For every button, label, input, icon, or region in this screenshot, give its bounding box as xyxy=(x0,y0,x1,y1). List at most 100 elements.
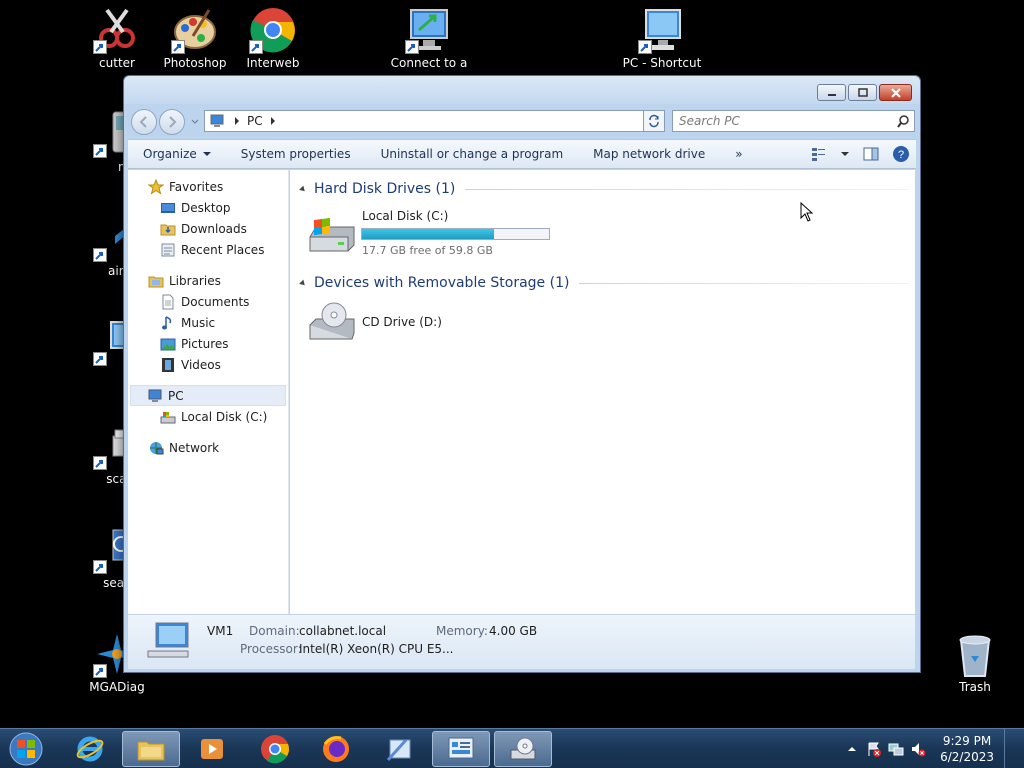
magnifier-icon xyxy=(897,115,909,128)
title-bar[interactable] xyxy=(124,76,920,104)
group-label: Devices with Removable Storage (1) xyxy=(314,275,570,291)
shortcut-arrow-icon xyxy=(405,40,419,54)
nav-downloads[interactable]: Downloads xyxy=(128,218,288,239)
taskbar-windows-explorer[interactable] xyxy=(122,731,180,767)
domain-label: Domain: xyxy=(249,624,300,638)
desktop-icon-cutter[interactable]: cutter xyxy=(77,6,157,70)
taskbar-chrome[interactable] xyxy=(246,731,304,767)
breadcrumb-separator-icon[interactable] xyxy=(235,117,239,125)
nav-documents[interactable]: Documents xyxy=(128,291,288,312)
desktop-icon-interweb[interactable]: Interweb xyxy=(233,6,313,70)
nav-favorites[interactable]: Favorites xyxy=(128,176,288,197)
recent-pages-chevron-icon[interactable] xyxy=(191,117,199,125)
taskbar-firefox[interactable] xyxy=(307,731,365,767)
taskbar-paint[interactable] xyxy=(370,731,428,767)
nav-local-disk[interactable]: Local Disk (C:) xyxy=(128,406,288,427)
breadcrumb-pc[interactable]: PC xyxy=(247,114,263,128)
show-hidden-icons-icon[interactable] xyxy=(844,741,860,757)
view-options-icon[interactable] xyxy=(810,145,828,163)
desktop-icon-label: Connect to a xyxy=(390,56,468,70)
processor-label: Processor: xyxy=(240,642,302,656)
nav-label: Music xyxy=(181,315,216,330)
organize-menu[interactable]: Organize xyxy=(128,147,226,161)
group-removable-storage[interactable]: Devices with Removable Storage (1) xyxy=(290,271,915,295)
shortcut-arrow-icon xyxy=(93,664,107,678)
search-input[interactable]: Search PC xyxy=(672,110,915,132)
mouse-cursor-icon xyxy=(800,202,814,222)
desktop-icon-label: Trash xyxy=(959,680,991,694)
close-button[interactable] xyxy=(879,84,912,101)
shortcut-arrow-icon xyxy=(638,40,652,54)
film-icon xyxy=(162,357,174,372)
network-status-icon[interactable] xyxy=(888,741,904,757)
help-icon[interactable]: ? xyxy=(892,145,910,163)
computer-icon xyxy=(148,389,162,402)
taskbar-cd-drive[interactable] xyxy=(494,731,552,767)
system-tray: 9:29 PM 6/2/2023 xyxy=(844,729,1016,768)
shortcut-arrow-icon xyxy=(93,352,107,366)
shortcut-arrow-icon xyxy=(171,40,185,54)
more-commands-button[interactable]: » xyxy=(720,147,757,161)
system-window-icon xyxy=(448,737,474,759)
music-note-icon xyxy=(162,315,172,329)
downloads-folder-icon xyxy=(160,224,176,235)
drive-name: Local Disk (C:) xyxy=(362,209,449,223)
nav-label: Network xyxy=(169,440,220,455)
preview-pane-icon[interactable] xyxy=(862,145,880,163)
show-desktop-button[interactable] xyxy=(1004,729,1016,768)
view-dropdown-icon[interactable] xyxy=(840,145,850,163)
nav-label: Pictures xyxy=(181,336,229,351)
taskbar-media-player[interactable] xyxy=(183,731,241,767)
desktop-icon-connect[interactable]: Connect to a xyxy=(389,6,469,70)
chevron-down-icon xyxy=(202,152,211,156)
drive-d[interactable]: CD Drive (D:) xyxy=(290,295,915,355)
minimize-button[interactable] xyxy=(817,84,846,101)
desktop-icon-photoshop[interactable]: Photoshop xyxy=(155,6,235,70)
organize-label: Organize xyxy=(143,147,197,161)
close-icon xyxy=(890,87,901,98)
shortcut-arrow-icon xyxy=(93,40,107,54)
processor-value: Intel(R) Xeon(R) CPU E5... xyxy=(299,642,454,656)
desktop-icon-trash[interactable]: Trash xyxy=(935,630,1015,694)
nav-desktop[interactable]: Desktop xyxy=(128,197,288,218)
remote-desktop-icon xyxy=(405,6,453,54)
back-button[interactable] xyxy=(131,109,157,135)
forward-button[interactable] xyxy=(159,109,185,135)
clock[interactable]: 9:29 PM 6/2/2023 xyxy=(940,733,994,765)
desktop-icon-pc-shortcut[interactable]: PC - Shortcut xyxy=(622,6,702,70)
action-center-flag-icon[interactable] xyxy=(866,741,882,757)
memory-value: 4.00 GB xyxy=(489,624,538,638)
nav-network[interactable]: Network xyxy=(128,437,288,458)
system-properties-button[interactable]: System properties xyxy=(226,147,366,161)
clock-date: 6/2/2023 xyxy=(940,750,994,764)
map-network-drive-button[interactable]: Map network drive xyxy=(578,147,720,161)
chrome-icon xyxy=(261,735,289,764)
nav-videos[interactable]: Videos xyxy=(128,354,288,375)
taskbar-internet-explorer[interactable] xyxy=(61,731,119,767)
nav-recent-places[interactable]: Recent Places xyxy=(128,239,288,260)
nav-music[interactable]: Music xyxy=(128,312,288,333)
maximize-button[interactable] xyxy=(848,84,877,101)
taskbar: 9:29 PM 6/2/2023 xyxy=(0,728,1024,768)
drive-free-space: 17.7 GB free of 59.8 GB xyxy=(362,244,493,257)
nav-pictures[interactable]: Pictures xyxy=(128,333,288,354)
shortcut-arrow-icon xyxy=(93,456,107,470)
address-bar[interactable]: PC xyxy=(204,110,664,132)
drive-c[interactable]: Local Disk (C:) 17.7 GB free of 59.8 GB xyxy=(290,201,915,261)
nav-libraries[interactable]: Libraries xyxy=(128,270,288,291)
uninstall-program-button[interactable]: Uninstall or change a program xyxy=(366,147,579,161)
paint-icon xyxy=(386,738,411,762)
network-icon xyxy=(150,441,164,454)
domain-value: collabnet.local xyxy=(299,624,387,638)
start-button[interactable] xyxy=(6,731,46,767)
refresh-button[interactable] xyxy=(643,110,665,132)
group-hard-disk-drives[interactable]: Hard Disk Drives (1) xyxy=(290,177,915,201)
taskbar-system[interactable] xyxy=(432,731,490,767)
maximize-icon xyxy=(857,87,868,97)
volume-muted-icon[interactable] xyxy=(910,741,926,757)
nav-pc[interactable]: PC xyxy=(130,385,286,406)
shortcut-arrow-icon xyxy=(93,560,107,574)
hard-drive-icon xyxy=(160,411,176,423)
computer-icon xyxy=(147,622,189,658)
breadcrumb-separator-icon[interactable] xyxy=(270,117,275,125)
